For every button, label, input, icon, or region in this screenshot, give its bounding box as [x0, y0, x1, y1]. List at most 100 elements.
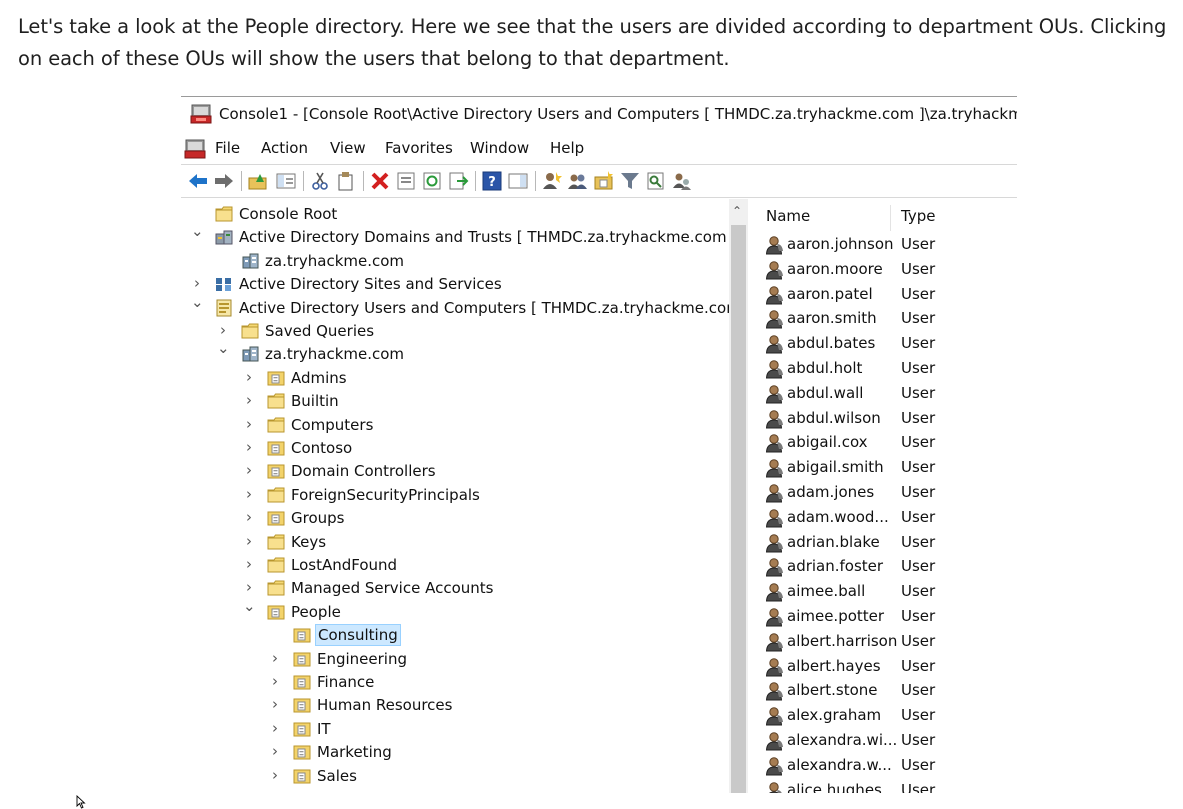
chevron-right-icon[interactable]: › [243, 555, 255, 573]
chevron-right-icon[interactable]: › [269, 695, 281, 713]
list-item[interactable]: abigail.cox User [757, 431, 1017, 456]
list-item[interactable]: adam.jones User [757, 481, 1017, 506]
chevron-right-icon[interactable]: › [191, 274, 203, 292]
menu-window[interactable]: Window [470, 139, 529, 157]
export-list-icon[interactable] [447, 170, 469, 192]
tree-node[interactable]: Consulting [181, 624, 729, 647]
chevron-right-icon[interactable]: › [269, 672, 281, 690]
list-item[interactable]: alice.hughes User [757, 779, 1017, 793]
tree-node[interactable]: › Sales [181, 765, 729, 788]
list-item[interactable]: albert.stone User [757, 679, 1017, 704]
new-ou-icon[interactable] [593, 170, 615, 192]
tree-node[interactable]: ⌄ Active Directory Domains and Trusts [ T… [181, 222, 729, 249]
tree-node[interactable]: › Engineering [181, 648, 729, 671]
list-item[interactable]: aaron.patel User [757, 283, 1017, 308]
show-hide-tree-icon[interactable] [275, 170, 297, 192]
scrollbar-thumb[interactable] [731, 225, 746, 793]
list-item[interactable]: aaron.johnson User [757, 233, 1017, 258]
list-item[interactable]: aaron.smith User [757, 307, 1017, 332]
tree-node[interactable]: › Human Resources [181, 694, 729, 717]
menu-file[interactable]: File [215, 139, 240, 157]
tree-node[interactable]: › Admins [181, 367, 729, 390]
column-divider[interactable] [890, 205, 891, 231]
tree-node[interactable]: › LostAndFound [181, 554, 729, 577]
chevron-down-icon[interactable]: ⌄ [191, 293, 204, 311]
list-item[interactable]: adrian.foster User [757, 555, 1017, 580]
menu-favorites[interactable]: Favorites [385, 139, 453, 157]
chevron-down-icon[interactable]: ⌄ [243, 597, 256, 615]
new-user-icon[interactable] [541, 170, 563, 192]
list-item[interactable]: abdul.wilson User [757, 407, 1017, 432]
menu-help[interactable]: Help [550, 139, 584, 157]
tree-node[interactable]: ⌄ Active Directory Users and Computers [ … [181, 293, 729, 320]
chevron-right-icon[interactable]: › [217, 321, 229, 339]
chevron-right-icon[interactable]: › [243, 461, 255, 479]
tree-node[interactable]: Console Root [181, 203, 729, 226]
chevron-right-icon[interactable]: › [243, 508, 255, 526]
tree-node[interactable]: › Builtin [181, 390, 729, 413]
tree-node[interactable]: › Computers [181, 414, 729, 437]
list-item[interactable]: adrian.blake User [757, 531, 1017, 556]
tree-node[interactable]: ⌄ People [181, 597, 729, 624]
tree-node[interactable]: › Active Directory Sites and Services [181, 273, 729, 296]
tree-node[interactable]: › Saved Queries [181, 320, 729, 343]
list-item[interactable]: adam.wood... User [757, 506, 1017, 531]
cut-icon[interactable] [309, 170, 331, 192]
column-header-type[interactable]: Type [901, 207, 935, 225]
list-item[interactable]: albert.harrison User [757, 630, 1017, 655]
delete-icon[interactable] [369, 170, 391, 192]
tree-node[interactable]: › Domain Controllers [181, 460, 729, 483]
tree-node[interactable]: › Keys [181, 531, 729, 554]
tree-node[interactable]: › Finance [181, 671, 729, 694]
chevron-right-icon[interactable]: › [243, 368, 255, 386]
help-icon[interactable]: ? [481, 170, 503, 192]
list-item[interactable]: abdul.bates User [757, 332, 1017, 357]
add-to-group-icon[interactable] [671, 170, 693, 192]
scroll-up-arrow-icon[interactable]: ⌃ [732, 204, 742, 218]
tree-node[interactable]: › ForeignSecurityPrincipals [181, 484, 729, 507]
tree-node[interactable]: › Managed Service Accounts [181, 577, 729, 600]
list-item[interactable]: abdul.wall User [757, 382, 1017, 407]
chevron-right-icon[interactable]: › [269, 719, 281, 737]
tree-vertical-scrollbar[interactable]: ⌃ [729, 199, 748, 793]
tree-node[interactable]: ⌄ za.tryhackme.com [181, 339, 729, 366]
chevron-right-icon[interactable]: › [243, 578, 255, 596]
chevron-down-icon[interactable]: ⌄ [217, 339, 230, 357]
list-item[interactable]: abigail.smith User [757, 456, 1017, 481]
list-item[interactable]: aimee.ball User [757, 580, 1017, 605]
back-arrow-icon[interactable] [187, 170, 209, 192]
chevron-down-icon[interactable]: ⌄ [191, 222, 204, 240]
up-folder-icon[interactable] [247, 170, 269, 192]
action-pane-icon[interactable] [507, 170, 529, 192]
list-item[interactable]: aaron.moore User [757, 258, 1017, 283]
forward-arrow-icon[interactable] [213, 170, 235, 192]
menu-action[interactable]: Action [261, 139, 308, 157]
list-item[interactable]: aimee.potter User [757, 605, 1017, 630]
chevron-right-icon[interactable]: › [243, 532, 255, 550]
copy-icon[interactable] [335, 170, 357, 192]
chevron-right-icon[interactable]: › [243, 391, 255, 409]
list-item[interactable]: alexandra.wi... User [757, 729, 1017, 754]
list-item[interactable]: alex.graham User [757, 704, 1017, 729]
find-icon[interactable] [645, 170, 667, 192]
chevron-right-icon[interactable]: › [243, 438, 255, 456]
chevron-right-icon[interactable]: › [269, 742, 281, 760]
properties-icon[interactable] [395, 170, 417, 192]
list-item[interactable]: alexandra.w... User [757, 754, 1017, 779]
mmc-menu-icon[interactable] [184, 138, 206, 164]
tree-node[interactable]: › IT [181, 718, 729, 741]
chevron-right-icon[interactable]: › [269, 649, 281, 667]
tree-node[interactable]: › Groups [181, 507, 729, 530]
chevron-right-icon[interactable]: › [243, 415, 255, 433]
tree-node[interactable]: › Contoso [181, 437, 729, 460]
new-group-icon[interactable] [567, 170, 589, 192]
filter-icon[interactable] [619, 170, 641, 192]
tree-node[interactable]: za.tryhackme.com [181, 250, 729, 273]
column-header-name[interactable]: Name [766, 207, 810, 225]
chevron-right-icon[interactable]: › [269, 766, 281, 784]
menu-view[interactable]: View [330, 139, 366, 157]
refresh-icon[interactable] [421, 170, 443, 192]
tree-node[interactable]: › Marketing [181, 741, 729, 764]
list-item[interactable]: abdul.holt User [757, 357, 1017, 382]
list-item[interactable]: albert.hayes User [757, 655, 1017, 680]
